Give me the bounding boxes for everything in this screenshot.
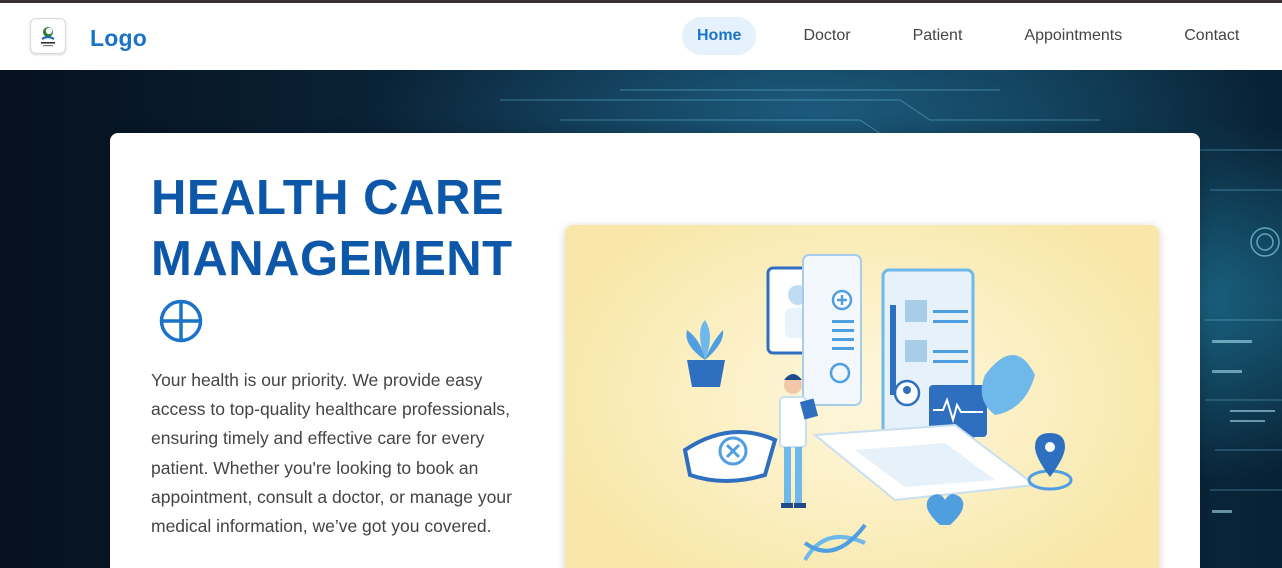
- logo-icon: [41, 27, 55, 47]
- nav-appointments[interactable]: Appointments: [1009, 17, 1137, 55]
- title-line-2: MANAGEMENT: [151, 232, 513, 286]
- nav-menu: Home Doctor Patient Appointments Contact: [682, 17, 1254, 55]
- nav-patient[interactable]: Patient: [898, 17, 978, 55]
- page-title: HEALTH CARE MANAGEMENT: [151, 168, 513, 290]
- nav-contact[interactable]: Contact: [1169, 17, 1254, 55]
- doctor-laptop-illustration: [565, 225, 1159, 568]
- title-line-1: HEALTH CARE: [151, 171, 505, 225]
- illustration-graphic: [682, 254, 1073, 562]
- logo-image[interactable]: [30, 18, 66, 54]
- nav-doctor[interactable]: Doctor: [788, 17, 865, 55]
- navbar: Logo Home Doctor Patient Appointments Co…: [0, 3, 1282, 70]
- logo-text[interactable]: Logo: [90, 25, 147, 52]
- hero-description: Your health is our priority. We provide …: [151, 370, 512, 537]
- medical-cross-circle-icon: [159, 299, 203, 343]
- nav-home[interactable]: Home: [682, 17, 757, 55]
